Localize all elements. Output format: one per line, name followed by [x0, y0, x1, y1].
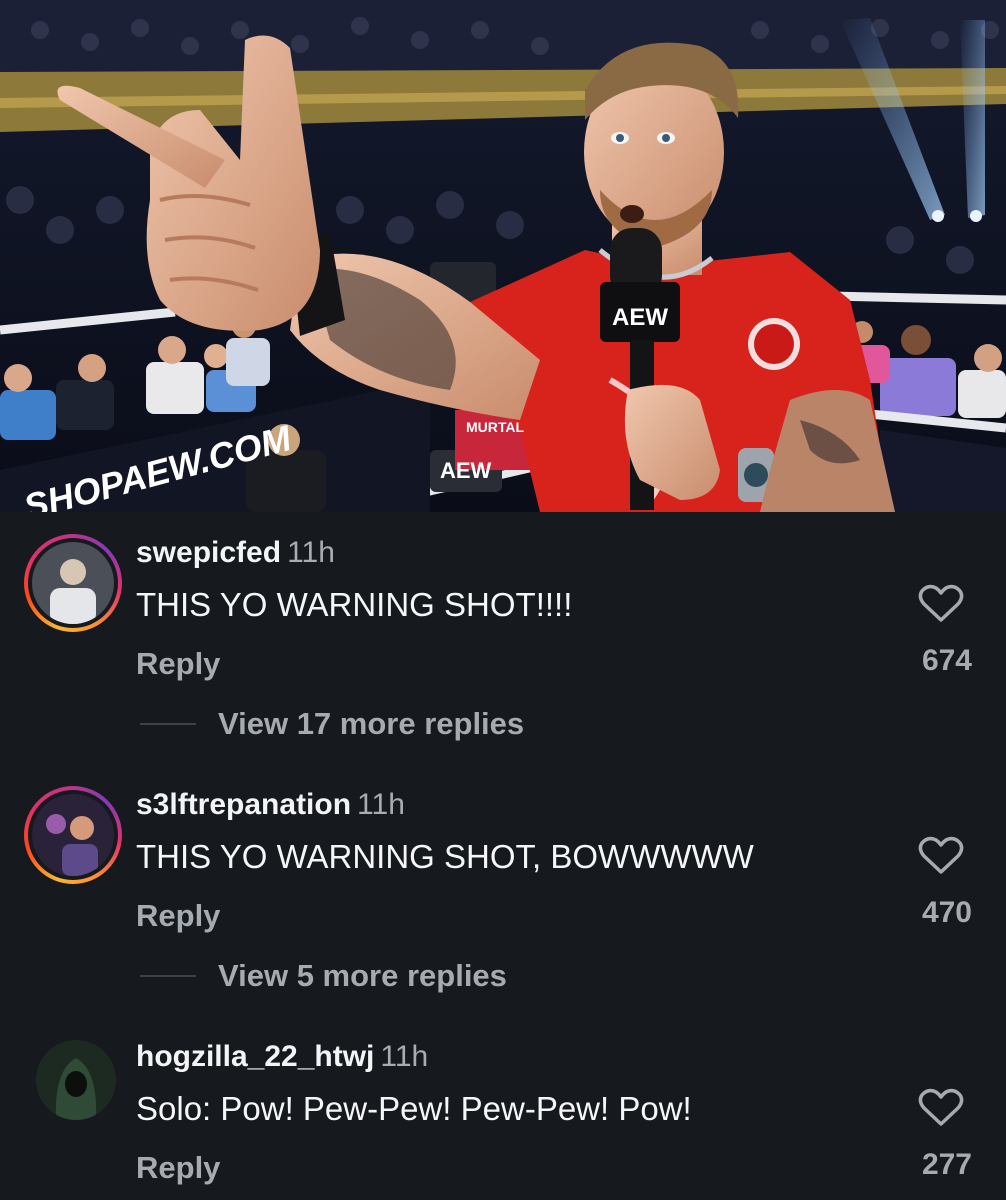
- comment-username[interactable]: hogzilla_22_htwj 11h: [136, 1040, 428, 1074]
- comment-username[interactable]: s3lftrepanation 11h: [136, 788, 405, 822]
- heart-outline-icon[interactable]: [918, 1088, 964, 1128]
- view-more-replies-label: View 5 more replies: [218, 958, 507, 993]
- like-count: 674: [921, 644, 972, 677]
- comment-text: THIS YO WARNING SHOT!!!!: [136, 586, 573, 623]
- comment-text: Solo: Pow! Pew-Pew! Pew-Pew! Pow!: [136, 1090, 692, 1127]
- reply-button[interactable]: Reply: [136, 1150, 220, 1186]
- comment-text: THIS YO WARNING SHOT, BOWWWWW: [136, 838, 754, 875]
- heart-outline-icon[interactable]: [918, 836, 964, 876]
- view-more-replies-button[interactable]: View 5 more replies: [140, 956, 507, 996]
- comment-username[interactable]: swepicfed 11h: [136, 536, 335, 570]
- avatar[interactable]: [36, 1040, 116, 1120]
- view-more-replies-button[interactable]: View 17 more replies: [140, 704, 524, 744]
- avatar-story-ring[interactable]: [24, 534, 122, 632]
- wrestler-photo: AEW SHOPAEW.COM AEW MURTAL: [0, 0, 1006, 512]
- comment-time: 11h: [380, 1040, 429, 1073]
- avatar: [32, 542, 114, 624]
- comment-time: 11h: [357, 788, 405, 821]
- like-count: 277: [921, 1148, 972, 1181]
- avatar-story-ring[interactable]: [24, 786, 122, 884]
- avatar: [32, 794, 114, 876]
- like-count: 470: [921, 896, 972, 929]
- replies-divider: [140, 975, 196, 977]
- post-photo[interactable]: AEW SHOPAEW.COM AEW MURTAL: [0, 0, 1006, 512]
- view-more-replies-label: View 17 more replies: [218, 706, 525, 741]
- reply-button[interactable]: Reply: [136, 898, 220, 934]
- heart-outline-icon[interactable]: [918, 584, 964, 624]
- sign-text: MURTAL: [466, 419, 525, 435]
- replies-divider: [140, 723, 196, 725]
- comment-time: 11h: [287, 536, 335, 569]
- mic-flag-logo: AEW: [612, 304, 668, 331]
- ring-post-logo: AEW: [440, 458, 492, 483]
- reply-button[interactable]: Reply: [136, 646, 220, 682]
- comments-section: swepicfed 11h THIS YO WARNING SHOT!!!! Re…: [0, 512, 1006, 1200]
